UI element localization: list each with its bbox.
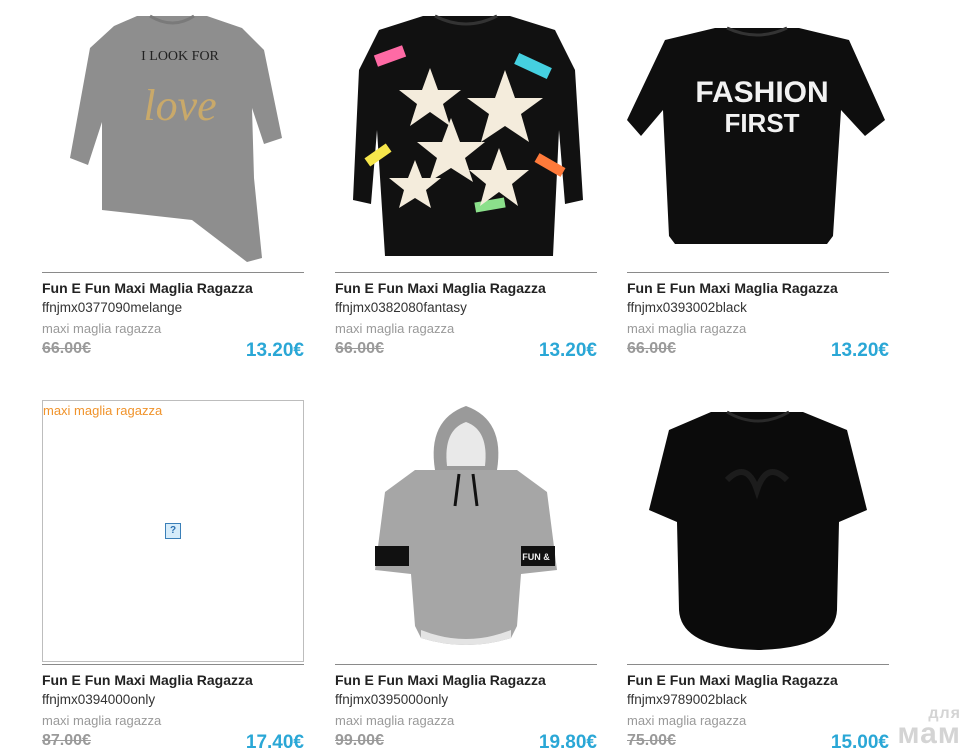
- sale-price: 15.00€: [830, 732, 889, 753]
- image-alt-text: maxi maglia ragazza: [43, 403, 163, 418]
- card-divider: [42, 664, 304, 665]
- shirt-print-line1: FASHION: [695, 76, 828, 109]
- sale-price: 19.80€: [538, 732, 597, 753]
- product-image-grey-tshirt[interactable]: I LOOK FOR love: [42, 10, 304, 272]
- site-watermark: для мам: [897, 706, 961, 750]
- product-sku: ffnjmx0393002black: [627, 300, 747, 315]
- product-sku: ffnjmx0395000only: [335, 692, 449, 707]
- card-divider: [42, 272, 304, 273]
- broken-product-image[interactable]: maxi maglia ragazza ?: [42, 400, 304, 662]
- sale-price: 13.20€: [538, 340, 597, 361]
- product-category: maxi maglia ragazza: [42, 321, 162, 336]
- product-category: maxi maglia ragazza: [627, 713, 747, 728]
- product-image-fashion-first-shirt[interactable]: FASHION FIRST: [627, 10, 889, 272]
- product-sku: ffnjmx0382080fantasy: [335, 300, 467, 315]
- product-title[interactable]: Fun E Fun Maxi Maglia Ragazza: [627, 672, 838, 688]
- sleeve-print: FUN &: [522, 552, 550, 562]
- card-divider: [335, 272, 597, 273]
- old-price: 87.00€: [42, 732, 91, 749]
- shirt-print-line1: I LOOK FOR: [141, 49, 219, 64]
- sale-price: 13.20€: [830, 340, 889, 361]
- product-title[interactable]: Fun E Fun Maxi Maglia Ragazza: [42, 672, 253, 688]
- product-image-black-shirt[interactable]: [627, 400, 889, 662]
- sale-price: 13.20€: [245, 340, 304, 361]
- product-category: maxi maglia ragazza: [42, 713, 162, 728]
- product-image-star-shirt[interactable]: [335, 10, 597, 272]
- broken-image-icon: ?: [165, 523, 181, 539]
- old-price: 66.00€: [627, 340, 676, 357]
- card-divider: [627, 272, 889, 273]
- product-title[interactable]: Fun E Fun Maxi Maglia Ragazza: [335, 672, 546, 688]
- product-category: maxi maglia ragazza: [335, 713, 455, 728]
- product-sku: ffnjmx0377090melange: [42, 300, 183, 315]
- old-price: 75.00€: [627, 732, 676, 749]
- product-image-grey-hoodie[interactable]: FUN &: [335, 400, 597, 662]
- product-title[interactable]: Fun E Fun Maxi Maglia Ragazza: [42, 280, 253, 296]
- old-price: 99.00€: [335, 732, 384, 749]
- watermark-line2: мам: [897, 716, 961, 750]
- product-title[interactable]: Fun E Fun Maxi Maglia Ragazza: [335, 280, 546, 296]
- sale-price: 17.40€: [245, 732, 304, 753]
- product-title[interactable]: Fun E Fun Maxi Maglia Ragazza: [627, 280, 838, 296]
- product-category: maxi maglia ragazza: [335, 321, 455, 336]
- old-price: 66.00€: [42, 340, 91, 357]
- card-divider: [627, 664, 889, 665]
- card-divider: [335, 664, 597, 665]
- old-price: 66.00€: [335, 340, 384, 357]
- product-sku: ffnjmx0394000only: [42, 692, 156, 707]
- shirt-print-line2: FIRST: [724, 108, 799, 138]
- product-sku: ffnjmx9789002black: [627, 692, 747, 707]
- shirt-print-line2: love: [143, 81, 216, 130]
- product-category: maxi maglia ragazza: [627, 321, 747, 336]
